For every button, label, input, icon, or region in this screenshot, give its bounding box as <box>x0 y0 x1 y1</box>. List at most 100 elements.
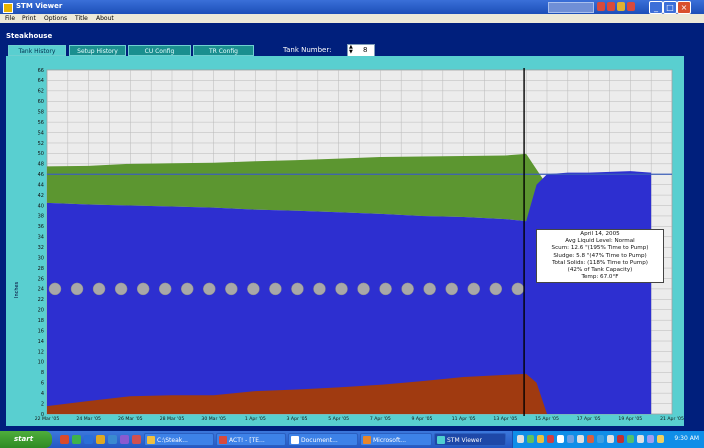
taskbar-button-label: ACT! - [TE... <box>229 437 265 444</box>
tray-icon-l[interactable] <box>627 435 634 443</box>
alarm-level-marker <box>489 282 503 296</box>
tray-icon-m[interactable] <box>637 435 644 443</box>
maximize-button[interactable]: □ <box>663 1 677 14</box>
tray-icon-3[interactable] <box>617 2 625 11</box>
x-tick-label: 30 Mar '05 <box>201 416 226 422</box>
tab-cu-config[interactable]: CU Config <box>128 45 191 56</box>
start-button[interactable]: start <box>0 431 52 448</box>
y-tick-label: 48 <box>38 162 44 168</box>
x-tick-label: 11 Apr '05 <box>452 416 476 422</box>
tooltip-scum: Scum: 12.6 "(195% Time to Pump) <box>551 245 649 252</box>
menu-about[interactable]: About <box>96 15 114 22</box>
taskbar-button-stm-viewer[interactable]: STM Viewer <box>434 433 506 446</box>
x-tick-label: 17 Apr '05 <box>577 416 601 422</box>
tooltip-temp: Temp: 67.0°F <box>581 274 619 281</box>
alarm-level-marker <box>335 282 348 296</box>
taskbar-button-act[interactable]: ACT! - [TE... <box>216 433 286 446</box>
taskbar-button-label: Document... <box>301 437 338 444</box>
tab-setup-history[interactable]: Setup History <box>69 45 126 56</box>
y-tick-label: 42 <box>38 193 44 199</box>
tooltip-total-solids: Total Solids: (118% Time to Pump) <box>552 259 648 266</box>
y-tick-label: 28 <box>38 266 44 272</box>
tank-number-value: 8 <box>363 46 368 54</box>
y-tick-label: 56 <box>38 120 44 126</box>
tray-icon-e[interactable] <box>557 435 564 443</box>
minimize-button[interactable]: _ <box>649 1 663 14</box>
close-button[interactable]: × <box>677 1 691 14</box>
quicklaunch-icon-2[interactable] <box>72 435 81 444</box>
alarm-level-marker <box>203 282 216 296</box>
alarm-level-marker <box>357 282 370 296</box>
folder-icon <box>147 436 155 444</box>
y-tick-label: 18 <box>38 318 44 324</box>
x-tick-label: 22 Mar '05 <box>35 416 60 422</box>
y-tick-label: 36 <box>38 224 44 230</box>
x-tick-label: 26 Mar '05 <box>118 416 143 422</box>
alarm-level-marker <box>445 282 458 296</box>
alarm-level-marker <box>92 282 106 296</box>
y-tick-label: 20 <box>38 308 44 314</box>
tray-icon-n[interactable] <box>647 435 654 443</box>
alarm-level-marker <box>247 282 260 296</box>
y-tick-label: 54 <box>38 130 44 136</box>
quicklaunch-icon-7[interactable] <box>132 435 141 444</box>
tray-icon-f[interactable] <box>567 435 574 443</box>
tray-icon-j[interactable] <box>607 435 614 443</box>
y-tick-label: 46 <box>38 172 44 178</box>
y-tick-label: 26 <box>38 276 44 282</box>
menu-file[interactable]: File <box>5 15 15 22</box>
title-bar-search-field[interactable] <box>548 2 594 13</box>
tray-icon-a[interactable] <box>517 435 524 443</box>
stm-viewer-icon <box>437 436 445 444</box>
alarm-level-marker <box>114 282 128 296</box>
taskbar-button-steak[interactable]: C:\Steak... <box>144 433 214 446</box>
alarm-level-marker <box>180 282 194 296</box>
x-tick-label: 1 Apr '05 <box>245 416 266 422</box>
tray-icon-o[interactable] <box>657 435 664 443</box>
clock: 9:30 AM <box>674 435 699 442</box>
tray-icon-b[interactable] <box>527 435 534 443</box>
spinner-arrows-icon[interactable]: ▲ ▼ <box>349 45 353 55</box>
tray-icon-h[interactable] <box>587 435 594 443</box>
panel-header: Steakhouse <box>6 32 53 40</box>
taskbar-button-microsoft[interactable]: Microsoft... <box>360 433 432 446</box>
alarm-level-marker <box>423 282 436 296</box>
quicklaunch-icon-6[interactable] <box>120 435 129 444</box>
y-tick-label: 34 <box>38 235 44 241</box>
tray-icon-i[interactable] <box>597 435 604 443</box>
y-tick-label: 4 <box>41 391 44 397</box>
alarm-level-marker <box>70 282 84 296</box>
menu-title[interactable]: Title <box>75 15 88 22</box>
menu-options[interactable]: Options <box>44 15 67 22</box>
quicklaunch-icon-4[interactable] <box>96 435 105 444</box>
quicklaunch-icon-5[interactable] <box>108 435 117 444</box>
tray-icon-g[interactable] <box>577 435 584 443</box>
system-tray: 9:30 AM <box>512 431 704 448</box>
quicklaunch-icon-3[interactable] <box>84 435 93 444</box>
y-tick-label: 58 <box>38 109 44 115</box>
y-tick-label: 66 <box>38 68 44 74</box>
window-title: STM Viewer <box>16 2 63 10</box>
taskbar-button-document[interactable]: Document... <box>288 433 358 446</box>
y-tick-label: 62 <box>38 89 44 95</box>
tooltip-capacity: (42% of Tank Capacity) <box>567 267 633 274</box>
x-tick-label: 7 Apr '05 <box>370 416 391 422</box>
taskbar-button-label: C:\Steak... <box>157 437 188 444</box>
title-bar: STM Viewer _ □ × <box>0 0 704 14</box>
tray-icon-c[interactable] <box>537 435 544 443</box>
y-tick-label: 2 <box>41 401 44 407</box>
tray-icon-2[interactable] <box>607 2 615 11</box>
tray-icon-k[interactable] <box>617 435 624 443</box>
alarm-level-marker <box>291 282 304 296</box>
y-tick-label: 12 <box>38 349 44 355</box>
tooltip-liquid-level: Avg Liquid Level: Normal <box>565 238 635 245</box>
alarm-level-marker <box>467 282 481 296</box>
tab-tank-history[interactable]: Tank History <box>8 45 66 56</box>
tray-icon-4[interactable] <box>627 2 635 11</box>
tray-icon-d[interactable] <box>547 435 554 443</box>
tray-icon-1[interactable] <box>597 2 605 11</box>
reading-tooltip: April 14, 2005 Avg Liquid Level: Normal … <box>536 229 664 284</box>
tab-tr-config[interactable]: TR Config <box>193 45 254 56</box>
menu-print[interactable]: Print <box>22 15 36 22</box>
quicklaunch-icon-1[interactable] <box>60 435 69 444</box>
